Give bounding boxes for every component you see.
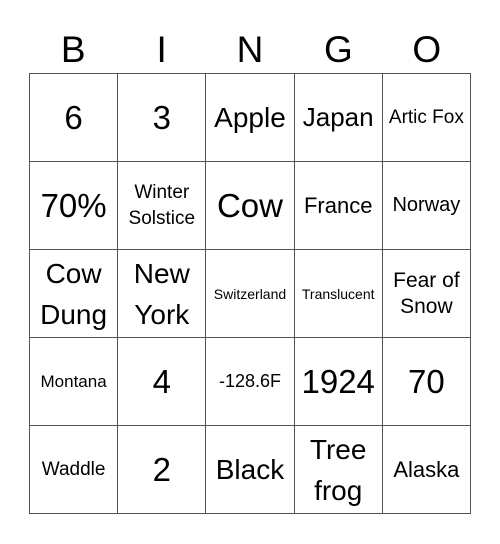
cell-text: New York xyxy=(133,257,190,330)
bingo-cell-r1-c1[interactable]: Winter Solstice xyxy=(118,162,207,250)
bingo-cell-r2-c3[interactable]: Translucent xyxy=(294,250,383,338)
bingo-cell-r4-c3[interactable]: Tree frog xyxy=(294,426,383,514)
bingo-cell-r1-c3[interactable]: France xyxy=(294,162,383,250)
bingo-cell-r0-c2[interactable]: Apple xyxy=(206,74,295,162)
header-letter-n: N xyxy=(236,29,264,70)
bingo-cell-r1-c2[interactable]: Cow xyxy=(206,162,295,250)
bingo-cell-r3-c3[interactable]: 1924 xyxy=(294,338,383,426)
cell-text: Waddle xyxy=(41,458,106,480)
cell-text: Montana xyxy=(40,371,107,391)
bingo-cell-r3-c2[interactable]: -128.6F xyxy=(206,338,295,426)
cell-text: Tree frog xyxy=(309,433,367,506)
bingo-cell-r3-c4[interactable]: 70 xyxy=(382,338,471,426)
cell-text: France xyxy=(303,192,373,218)
bingo-cell-r2-c4[interactable]: Fear of Snow xyxy=(382,250,471,338)
cell-text: Translucent xyxy=(301,285,375,302)
header-letter-i: I xyxy=(156,29,167,70)
bingo-cell-r0-c0[interactable]: 6 xyxy=(30,74,119,162)
bingo-cell-r0-c4[interactable]: Artic Fox xyxy=(382,74,471,162)
cell-text: Black xyxy=(215,453,285,485)
cell-text: Cow Dung xyxy=(40,257,108,330)
bingo-cell-r1-c0[interactable]: 70% xyxy=(30,162,119,250)
bingo-cell-r2-c2[interactable]: Switzerland xyxy=(206,250,295,338)
header-letter-b: B xyxy=(60,29,86,70)
cell-text: 2 xyxy=(152,450,171,488)
header-letter-o: O xyxy=(412,29,442,70)
bingo-cell-r3-c0[interactable]: Montana xyxy=(30,338,119,426)
cell-text: Cow xyxy=(216,186,283,224)
header-letter-g: G xyxy=(324,29,353,70)
cell-text: 3 xyxy=(152,98,171,136)
cell-text: Winter Solstice xyxy=(128,181,196,229)
bingo-grid: 6 3 Apple Japan Artic Fox 70% Winter Sol… xyxy=(29,73,471,514)
cell-text: 6 xyxy=(64,98,83,136)
cell-text: Norway xyxy=(392,194,461,216)
cell-text: Alaska xyxy=(393,456,460,482)
bingo-cell-r4-c4[interactable]: Alaska xyxy=(382,426,471,514)
bingo-cell-r4-c1[interactable]: 2 xyxy=(118,426,207,514)
cell-text: 70% xyxy=(40,186,107,224)
cell-text: Apple xyxy=(214,102,286,133)
cell-text: 4 xyxy=(152,362,171,400)
cell-text: 1924 xyxy=(301,362,375,400)
bingo-cell-r1-c4[interactable]: Norway xyxy=(382,162,471,250)
cell-text: Fear of Snow xyxy=(393,268,460,318)
bingo-cell-r3-c1[interactable]: 4 xyxy=(118,338,207,426)
bingo-cell-r2-c1[interactable]: New York xyxy=(118,250,207,338)
cell-text: Japan xyxy=(302,102,374,132)
bingo-cell-r4-c2[interactable]: Black xyxy=(206,426,295,514)
cell-text: -128.6F xyxy=(218,371,282,391)
cell-text: 70 xyxy=(408,362,445,400)
cell-text: Artic Fox xyxy=(388,106,464,128)
cell-text: Switzerland xyxy=(213,285,287,302)
bingo-cell-r0-c1[interactable]: 3 xyxy=(118,74,207,162)
bingo-header: B I N G O xyxy=(29,28,471,72)
bingo-cell-r4-c0[interactable]: Waddle xyxy=(30,426,119,514)
bingo-cell-r0-c3[interactable]: Japan xyxy=(294,74,383,162)
bingo-cell-r2-c0[interactable]: Cow Dung xyxy=(30,250,119,338)
